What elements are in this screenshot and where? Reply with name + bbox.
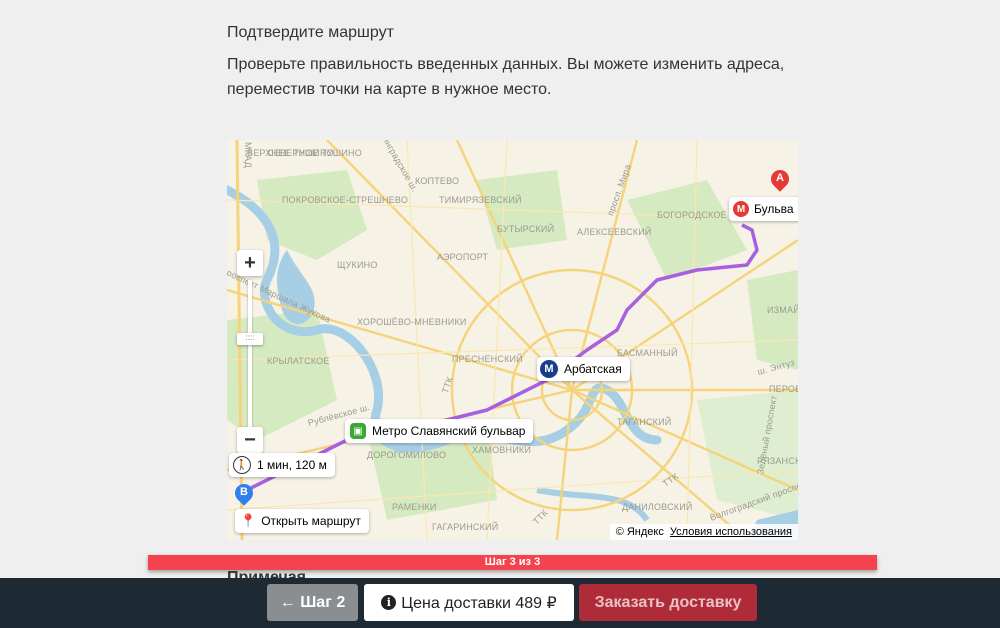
zoom-out-button[interactable]: − [237, 427, 263, 453]
district-label: ПЕРОВ [769, 384, 798, 394]
district-label: ДАНИЛОВСКИЙ [622, 502, 693, 512]
map-copyright: © Яндекс Условия использования [609, 524, 798, 540]
bus-stop-icon: ▣ [350, 423, 366, 439]
open-route-label: Открыть маршрут [261, 514, 361, 528]
metro-bulvar-label[interactable]: M Бульва [729, 197, 798, 221]
pin-icon: 📍 [240, 513, 257, 528]
walk-info: 🚶 1 мин, 120 м [229, 453, 335, 477]
district-label: БУТЫРСКИЙ [497, 224, 555, 234]
order-delivery-button[interactable]: Заказать доставку [579, 584, 757, 621]
district-label: БОГОРОДСКОЕ [657, 210, 727, 220]
delivery-price-label: Цена доставки 489 ₽ [401, 594, 557, 612]
district-label: СЕВЕРНОЕ ТУШИНО [267, 148, 362, 158]
metro-name: Арбатская [564, 362, 622, 376]
footer-bar: ← Шаг 2 i Цена доставки 489 ₽ Заказать д… [0, 578, 1000, 628]
district-label: ТАГАНСКИЙ [617, 417, 672, 427]
district-label: КРЫЛАТСКОЕ [267, 356, 330, 366]
metro-icon: M [540, 360, 558, 378]
district-label: ХОРОШЁВО-МНЕВНИКИ [357, 317, 467, 327]
walk-text: 1 мин, 120 м [257, 458, 327, 472]
zoom-slider-handle[interactable]: :::: [237, 333, 263, 345]
district-label: ТИМИРЯЗЕВСКИЙ [439, 195, 522, 205]
district-label: КОПТЕВО [415, 176, 460, 186]
metro-icon: M [733, 201, 749, 217]
district-label: ИЗМАЙ [767, 305, 798, 315]
district-label: ПОКРОВСКОЕ-СТРЕШНЕВО [282, 195, 409, 205]
copyright-text: © Яндекс [615, 526, 664, 538]
delivery-price-button[interactable]: i Цена доставки 489 ₽ [364, 584, 574, 621]
point-b-label: B [240, 486, 248, 498]
stop-name: Метро Славянский бульвар [372, 424, 526, 438]
district-label: ЩУКИНО [337, 260, 378, 270]
stop-label[interactable]: ▣ Метро Славянский бульвар [345, 419, 534, 443]
district-label: АЛЕКСЕЕВСКИЙ [577, 227, 652, 237]
back-step-button[interactable]: ← Шаг 2 [267, 584, 358, 621]
district-label: ДОРОГОМИЛОВО [367, 450, 447, 460]
zoom-slider-track[interactable] [248, 280, 252, 430]
page-heading: Подтвердите маршрут [227, 24, 394, 41]
point-a-label: A [776, 172, 784, 184]
district-label: ХАМОВНИКИ [472, 445, 531, 455]
district-label: АЭРОПОРТ [437, 252, 489, 262]
step-progress-bar: Шаг 3 из 3 [148, 555, 877, 570]
info-icon: i [381, 595, 397, 610]
walking-icon: 🚶 [233, 456, 251, 474]
district-label: ПРЕСНЕНСКИЙ [452, 354, 523, 364]
metro-arbatskaya-label[interactable]: M Арбатская [537, 357, 630, 381]
metro-name: Бульва [754, 202, 794, 216]
route-map[interactable]: ВЕРХНЕЕ ТУШИНО СЕВЕРНОЕ ТУШИНО ПОКРОВСКО… [227, 140, 798, 540]
open-route-button[interactable]: 📍 Открыть маршрут [235, 509, 369, 533]
page-description: Проверьте правильность введенных данных.… [227, 56, 785, 98]
zoom-in-button[interactable]: + [237, 250, 263, 276]
district-label: РАМЕНКИ [392, 502, 437, 512]
terms-link[interactable]: Условия использования [670, 526, 792, 538]
street-label: МКАД [242, 142, 253, 168]
district-label: ГАГАРИНСКИЙ [432, 522, 499, 532]
